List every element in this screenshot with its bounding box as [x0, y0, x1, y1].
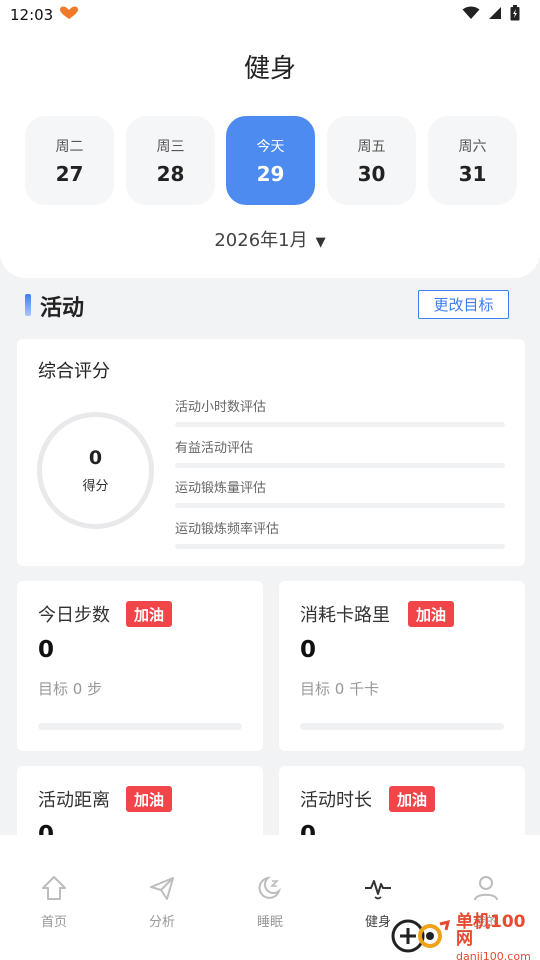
day-weekday: 今天 — [256, 138, 285, 155]
signal-icon — [488, 6, 502, 24]
metric-label: 运动锻炼量评估 — [175, 481, 267, 496]
score-ring: 0 得分 — [37, 412, 154, 529]
page-title: 健身 — [243, 54, 296, 84]
stat-name: 活动距离 — [38, 790, 110, 811]
cheer-badge: 加油 — [126, 786, 173, 812]
nav-item-sleep[interactable]: 睡眠 — [216, 873, 324, 930]
cheer-badge: 加油 — [389, 786, 436, 812]
status-time: 12:03 — [10, 6, 54, 24]
month-picker[interactable]: 2026年1月 ▼ — [0, 226, 540, 252]
stat-value: 0 — [38, 637, 55, 663]
stat-goal: 目标 0 千卡 — [300, 680, 380, 698]
metric-row: 活动小时数评估 — [175, 396, 505, 427]
day-date: 28 — [156, 161, 185, 186]
site-watermark: 单机100网 danji100.com — [390, 911, 540, 960]
calories-card[interactable]: 消耗卡路里 加油 0 目标 0 千卡 — [279, 581, 525, 751]
status-bar: 12:03 — [0, 0, 540, 30]
metric-row: 运动锻炼频率评估 — [175, 518, 505, 549]
score-label: 得分 — [82, 479, 109, 494]
wifi-icon — [462, 6, 480, 24]
nav-label: 睡眠 — [256, 915, 283, 930]
stat-name: 活动时长 — [300, 790, 372, 811]
overall-score-card: 综合评分 0 得分 活动小时数评估 有益活动评估 运动锻炼量评估 运动锻炼频率评… — [17, 339, 525, 566]
stat-name: 今日步数 — [38, 605, 110, 626]
day-weekday: 周五 — [357, 138, 386, 155]
score-value: 0 — [88, 447, 103, 469]
stat-goal: 目标 0 步 — [38, 680, 103, 698]
day-item[interactable]: 周五 30 — [327, 116, 416, 205]
sleep-icon — [255, 873, 285, 907]
day-weekday: 周三 — [156, 138, 185, 155]
nav-item-analysis[interactable]: 分析 — [108, 873, 216, 930]
metric-progress-bar — [175, 422, 505, 427]
battery-icon — [510, 5, 520, 25]
week-day-selector: 周二 27 周三 28 今天 29 周五 30 周六 31 — [25, 116, 517, 206]
day-date: 29 — [256, 161, 285, 186]
day-item[interactable]: 周六 31 — [428, 116, 517, 205]
day-date: 31 — [458, 161, 487, 186]
metric-progress-bar — [175, 544, 505, 549]
stat-value: 0 — [300, 637, 317, 663]
nav-label: 首页 — [40, 915, 67, 930]
metric-label: 运动锻炼频率评估 — [175, 522, 280, 537]
watermark-logo-icon — [390, 916, 452, 960]
heart-notification-icon — [59, 6, 79, 24]
day-item-selected[interactable]: 今天 29 — [226, 116, 315, 205]
metric-label: 有益活动评估 — [175, 441, 254, 456]
day-item[interactable]: 周三 28 — [126, 116, 215, 205]
header-panel: 12:03 健身 周二 27 周三 28 今天 29 周五 30 周六 31 2… — [0, 0, 540, 278]
metric-progress-bar — [175, 503, 505, 508]
pulse-icon — [363, 873, 393, 907]
activity-section-header: 活动 更改目标 — [25, 290, 509, 322]
metric-row: 运动锻炼量评估 — [175, 477, 505, 508]
watermark-text-en: danji100.com — [456, 949, 531, 960]
user-icon — [471, 873, 501, 907]
metric-row: 有益活动评估 — [175, 437, 505, 468]
month-label: 2026年1月 — [214, 230, 308, 251]
nav-label: 分析 — [148, 915, 175, 930]
stat-progress-bar — [38, 723, 242, 730]
triangle-down-icon: ▼ — [315, 235, 326, 250]
stat-name: 消耗卡路里 — [300, 605, 390, 626]
metric-label: 活动小时数评估 — [175, 400, 267, 415]
section-accent-bar — [25, 294, 31, 316]
day-item[interactable]: 周二 27 — [25, 116, 114, 205]
day-weekday: 周六 — [458, 138, 487, 155]
cheer-badge: 加油 — [126, 601, 173, 627]
paper-plane-icon — [147, 873, 177, 907]
day-weekday: 周二 — [55, 138, 84, 155]
cheer-badge: 加油 — [408, 601, 455, 627]
steps-card[interactable]: 今日步数 加油 0 目标 0 步 — [17, 581, 263, 751]
home-icon — [39, 873, 69, 907]
score-card-title: 综合评分 — [38, 361, 110, 382]
day-date: 30 — [357, 161, 386, 186]
day-date: 27 — [55, 161, 84, 186]
section-title: 活动 — [40, 296, 85, 321]
nav-item-home[interactable]: 首页 — [0, 873, 108, 930]
watermark-text-cn: 单机100网 — [456, 911, 526, 949]
stat-progress-bar — [300, 723, 504, 730]
nav-label: 健身 — [364, 915, 391, 930]
metric-progress-bar — [175, 463, 505, 468]
change-goal-button[interactable]: 更改目标 — [418, 290, 509, 319]
